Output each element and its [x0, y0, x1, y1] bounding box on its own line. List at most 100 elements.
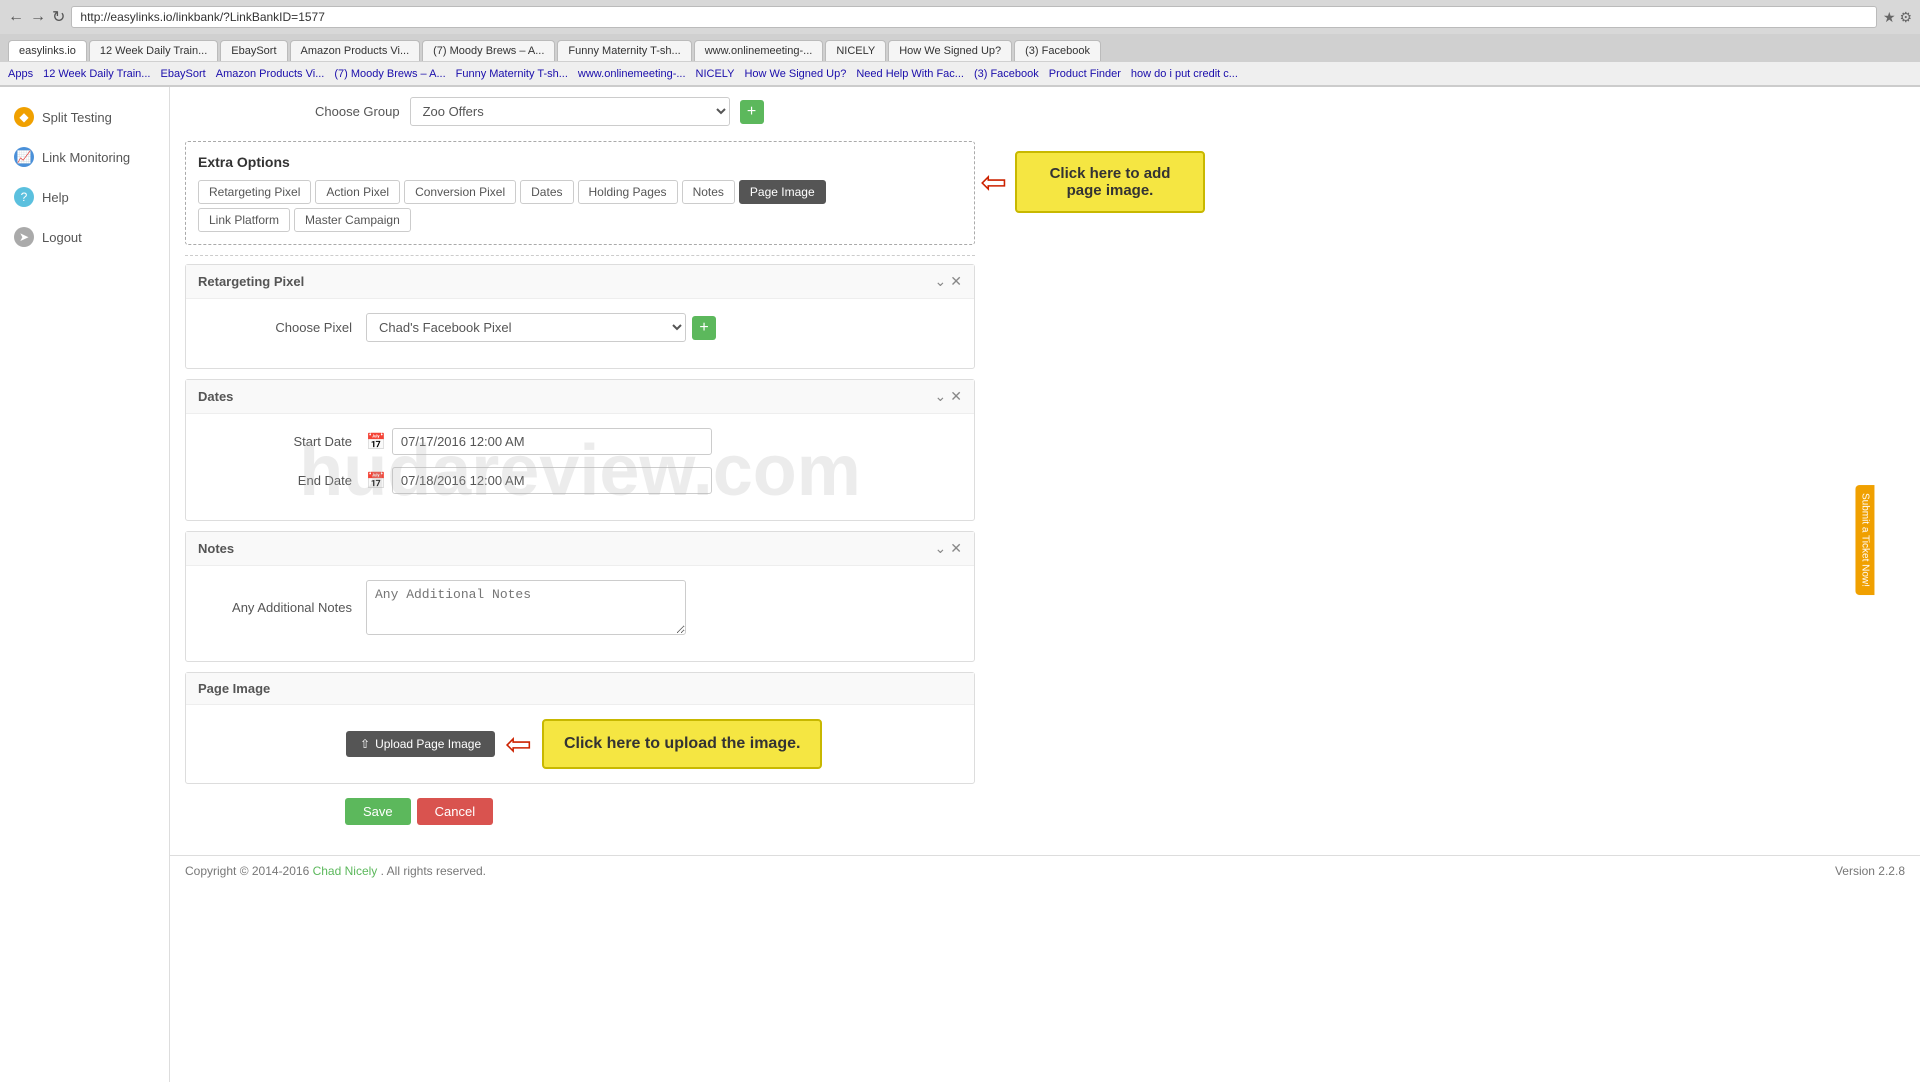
browser-tabs: easylinks.io 12 Week Daily Train... Ebay… [0, 34, 1920, 62]
extra-options-container: Extra Options Retargeting Pixel Action P… [185, 141, 975, 245]
bookmark-12[interactable]: how do i put credit c... [1131, 68, 1238, 80]
bookmark-8[interactable]: How We Signed Up? [744, 68, 846, 80]
dates-collapse[interactable]: ⌄ [935, 388, 947, 405]
choose-group-add-button[interactable]: + [740, 100, 764, 124]
extra-options-title: Extra Options [198, 154, 962, 170]
tab-7[interactable]: NICELY [825, 40, 886, 61]
dates-section: Dates ⌄ ✕ Start Date 📅 [185, 379, 975, 521]
tab-9[interactable]: (3) Facebook [1014, 40, 1101, 61]
dates-body: Start Date 📅 End Date 📅 [186, 414, 974, 520]
bookmark-apps[interactable]: Apps [8, 68, 33, 80]
extra-options-tabs-row1: Retargeting Pixel Action Pixel Conversio… [198, 180, 962, 204]
save-button[interactable]: Save [345, 798, 411, 825]
end-date-input[interactable] [392, 467, 712, 494]
tab-6[interactable]: www.onlinemeeting-... [694, 40, 824, 61]
bookmark-10[interactable]: (3) Facebook [974, 68, 1039, 80]
dates-header: Dates ⌄ ✕ [186, 380, 974, 414]
bookmark-4[interactable]: (7) Moody Brews – A... [334, 68, 445, 80]
bookmark-5[interactable]: Funny Maternity T-sh... [456, 68, 568, 80]
choose-pixel-select[interactable]: Chad's Facebook Pixel [366, 313, 686, 342]
bookmark-2[interactable]: EbaySort [160, 68, 205, 80]
start-date-input[interactable] [392, 428, 712, 455]
choose-pixel-wrapper: Chad's Facebook Pixel + [366, 313, 716, 342]
tab-action-pixel[interactable]: Action Pixel [315, 180, 400, 204]
choose-pixel-add-button[interactable]: + [692, 316, 716, 340]
dates-close[interactable]: ✕ [950, 388, 962, 405]
page-image-title: Page Image [198, 681, 270, 696]
tab-active[interactable]: easylinks.io [8, 40, 87, 61]
retargeting-pixel-close[interactable]: ✕ [950, 273, 962, 290]
notes-header: Notes ⌄ ✕ [186, 532, 974, 566]
end-date-label: End Date [206, 473, 366, 488]
tab-page-image[interactable]: Page Image [739, 180, 826, 204]
bookmark-6[interactable]: www.onlinemeeting-... [578, 68, 686, 80]
upload-icon: ⇧ [360, 737, 370, 751]
tab-4[interactable]: (7) Moody Brews – A... [422, 40, 555, 61]
page-image-section: Page Image ⇧ Upload Page Image ⇦ Click h… [185, 672, 975, 784]
tab-master-campaign[interactable]: Master Campaign [294, 208, 411, 232]
sidebar-label-help: Help [42, 190, 69, 205]
choose-group-select[interactable]: Zoo Offers [410, 97, 730, 126]
url-bar[interactable] [71, 6, 1877, 28]
notes-section: Notes ⌄ ✕ Any Additional Notes [185, 531, 975, 662]
start-date-row: Start Date 📅 [206, 428, 954, 455]
dates-title: Dates [198, 389, 233, 404]
upload-annotation-bubble: Click here to upload the image. [542, 719, 823, 769]
notes-controls: ⌄ ✕ [935, 540, 962, 557]
bookmark-7[interactable]: NICELY [696, 68, 735, 80]
notes-body: Any Additional Notes [186, 566, 974, 661]
sidebar-item-help[interactable]: ? Help [0, 177, 169, 217]
notes-label: Any Additional Notes [206, 600, 366, 615]
retargeting-pixel-title: Retargeting Pixel [198, 274, 304, 289]
back-button[interactable]: ← [8, 8, 24, 26]
bookmark-9[interactable]: Need Help With Fac... [856, 68, 964, 80]
footer: Copyright © 2014-2016 Chad Nicely . All … [170, 855, 1920, 886]
sidebar-item-split-testing[interactable]: ◆ Split Testing [0, 97, 169, 137]
tab-holding-pages[interactable]: Holding Pages [578, 180, 678, 204]
forward-button[interactable]: → [30, 8, 46, 26]
notes-collapse[interactable]: ⌄ [935, 540, 947, 557]
tab-conversion-pixel[interactable]: Conversion Pixel [404, 180, 516, 204]
bookmark-1[interactable]: 12 Week Daily Train... [43, 68, 150, 80]
retargeting-pixel-body: Choose Pixel Chad's Facebook Pixel + [186, 299, 974, 368]
notes-textarea[interactable] [366, 580, 686, 635]
notes-row: Any Additional Notes [206, 580, 954, 635]
choose-group-label: Choose Group [315, 104, 400, 119]
extra-options-box: Extra Options Retargeting Pixel Action P… [185, 141, 975, 245]
tab-notes[interactable]: Notes [682, 180, 735, 204]
retargeting-pixel-controls: ⌄ ✕ [935, 273, 962, 290]
link-monitoring-icon: 📈 [14, 147, 34, 167]
retargeting-pixel-header: Retargeting Pixel ⌄ ✕ [186, 265, 974, 299]
tab-3[interactable]: Amazon Products Vi... [290, 40, 421, 61]
bookmark-3[interactable]: Amazon Products Vi... [216, 68, 325, 80]
footer-version: Version 2.2.8 [1835, 864, 1905, 878]
sidebar-item-logout[interactable]: ➤ Logout [0, 217, 169, 257]
tab-retargeting-pixel[interactable]: Retargeting Pixel [198, 180, 311, 204]
sidebar-label-link-monitoring: Link Monitoring [42, 150, 130, 165]
browser-chrome: ← → ↻ ★ ⚙ easylinks.io 12 Week Daily Tra… [0, 0, 1920, 87]
retargeting-pixel-collapse[interactable]: ⌄ [935, 273, 947, 290]
dates-controls: ⌄ ✕ [935, 388, 962, 405]
upload-red-arrow: ⇦ [505, 725, 532, 763]
bookmark-11[interactable]: Product Finder [1049, 68, 1121, 80]
start-date-calendar-icon[interactable]: 📅 [366, 432, 386, 452]
tab-8[interactable]: How We Signed Up? [888, 40, 1012, 61]
tab-5[interactable]: Funny Maternity T-sh... [557, 40, 691, 61]
tab-link-platform[interactable]: Link Platform [198, 208, 290, 232]
tab-dates[interactable]: Dates [520, 180, 573, 204]
tab-1[interactable]: 12 Week Daily Train... [89, 40, 218, 61]
notes-title: Notes [198, 541, 234, 556]
footer-link[interactable]: Chad Nicely [313, 864, 378, 878]
sidebar-label-logout: Logout [42, 230, 82, 245]
right-edge-tab[interactable]: Submit a Ticket Now! [1856, 485, 1875, 595]
end-date-calendar-icon[interactable]: 📅 [366, 471, 386, 491]
sidebar-item-link-monitoring[interactable]: 📈 Link Monitoring [0, 137, 169, 177]
reload-button[interactable]: ↻ [52, 7, 65, 27]
cancel-button[interactable]: Cancel [417, 798, 493, 825]
tab-2[interactable]: EbaySort [220, 40, 287, 61]
notes-close[interactable]: ✕ [950, 540, 962, 557]
start-date-wrapper: 📅 [366, 428, 712, 455]
upload-page-image-button[interactable]: ⇧ Upload Page Image [346, 731, 495, 757]
browser-icons: ★ ⚙ [1883, 9, 1912, 26]
logout-icon: ➤ [14, 227, 34, 247]
